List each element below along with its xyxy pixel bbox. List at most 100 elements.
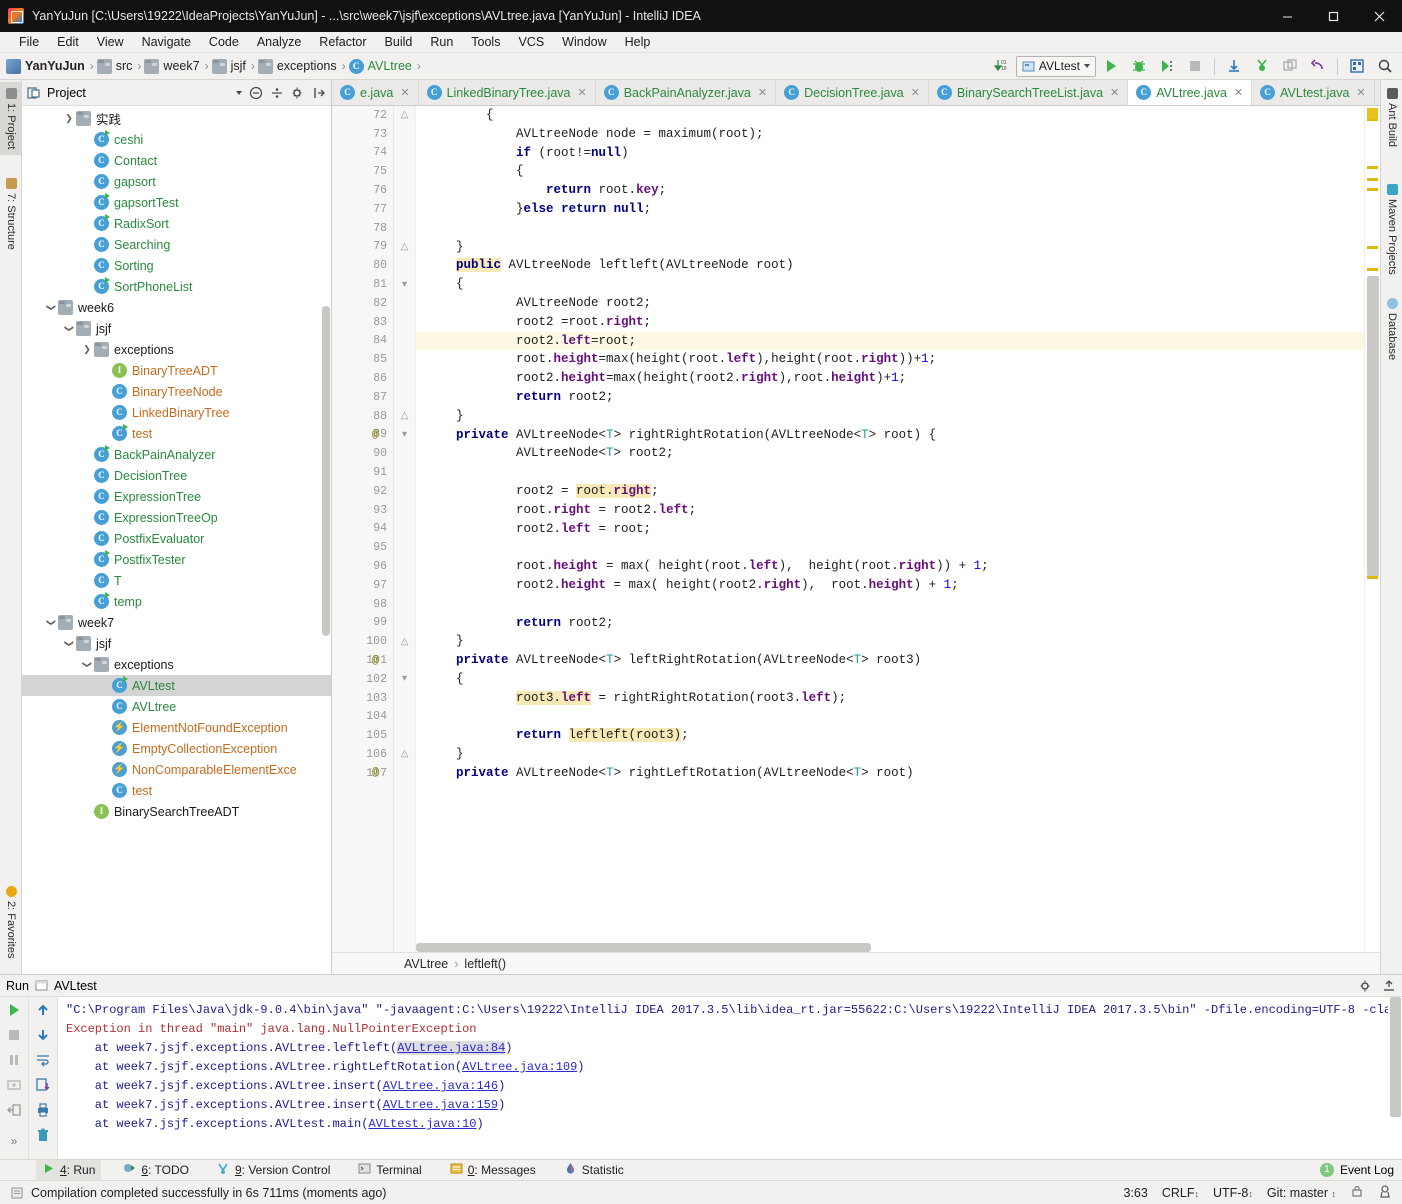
console-line[interactable]: at week7.jsjf.exceptions.AVLtree.insert(… <box>66 1077 1388 1096</box>
inspector-icon[interactable] <box>1378 1184 1392 1201</box>
breadcrumb-module[interactable]: YanYuJun › <box>6 58 97 74</box>
restore-layout-icon[interactable] <box>3 1100 25 1120</box>
console-line[interactable]: at week7.jsjf.exceptions.AVLtree.leftlef… <box>66 1039 1388 1058</box>
menu-vcs[interactable]: VCS <box>509 33 553 51</box>
fold-start-icon[interactable]: ▾ <box>402 429 407 441</box>
close-icon[interactable]: ✕ <box>911 86 920 99</box>
code-line[interactable]: root2 = root.right; <box>416 482 1364 501</box>
code-line[interactable]: root2 =root.right; <box>416 313 1364 332</box>
commit-icon[interactable] <box>1249 55 1275 78</box>
chevron-down-icon[interactable]: ❯ <box>64 637 75 651</box>
tree-node[interactable]: C LinkedBinaryTree <box>22 402 331 423</box>
tree-node[interactable]: C Searching <box>22 234 331 255</box>
run-config-tab-label[interactable]: AVLtest <box>54 979 97 993</box>
code-line[interactable]: root.height=max(height(root.left),height… <box>416 350 1364 369</box>
bottom-tab-messages[interactable]: 0: Messages <box>444 1160 542 1180</box>
code-line[interactable]: { <box>416 275 1364 294</box>
tree-node[interactable]: C BinaryTreeNode <box>22 381 331 402</box>
menu-code[interactable]: Code <box>200 33 248 51</box>
tree-node[interactable]: C ExpressionTreeOp <box>22 507 331 528</box>
editor-tab[interactable]: C DecisionTree.java ✕ <box>776 80 929 105</box>
tree-node[interactable]: Cgapsort <box>22 171 331 192</box>
editor-tab[interactable]: C BinarySearchTreeList.java ✕ <box>928 80 1129 105</box>
fold-end-icon[interactable]: △ <box>401 636 409 648</box>
close-icon[interactable]: ✕ <box>1110 86 1119 99</box>
tree-node[interactable]: ❯ week7 <box>22 612 331 633</box>
fold-end-icon[interactable]: △ <box>401 410 409 422</box>
close-icon[interactable]: ✕ <box>578 86 587 99</box>
code-line[interactable] <box>416 219 1364 238</box>
event-log-label[interactable]: Event Log <box>1340 1163 1394 1177</box>
breadcrumb-class[interactable]: C AVLtree › <box>348 58 424 74</box>
scroll-from-source-icon[interactable] <box>270 86 284 100</box>
sidebar-item-database[interactable]: Database <box>1381 292 1402 366</box>
menu-run[interactable]: Run <box>421 33 462 51</box>
tree-node[interactable]: ❯ exceptions <box>22 654 331 675</box>
menu-refactor[interactable]: Refactor <box>310 33 375 51</box>
breadcrumb-exceptions[interactable]: exceptions › <box>257 58 349 74</box>
code-line[interactable]: root2.left = root; <box>416 520 1364 539</box>
code-line[interactable]: root.right = root2.left; <box>416 501 1364 520</box>
chevron-down-icon[interactable] <box>236 90 242 95</box>
code-line[interactable]: AVLtreeNode node = maximum(root); <box>416 125 1364 144</box>
tree-node[interactable]: Ctest <box>22 780 331 801</box>
code-line[interactable]: { <box>416 162 1364 181</box>
run-icon[interactable] <box>1098 55 1124 78</box>
code-line[interactable] <box>416 595 1364 614</box>
tree-node[interactable]: C AVLtest <box>22 675 331 696</box>
sidebar-item-maven-projects[interactable]: Maven Projects <box>1381 178 1402 281</box>
code-line[interactable]: { <box>416 106 1364 125</box>
code-line[interactable]: } <box>416 632 1364 651</box>
console-line[interactable]: at week7.jsjf.exceptions.AVLtree.insert(… <box>66 1096 1388 1115</box>
tree-node[interactable]: ⚡ NonComparableElementExce <box>22 759 331 780</box>
minimize-button[interactable] <box>1264 0 1310 32</box>
rerun-icon[interactable] <box>3 1000 25 1020</box>
print-icon[interactable] <box>32 1100 54 1120</box>
tree-node[interactable]: C Contact <box>22 150 331 171</box>
tree-node[interactable]: ❯ jsjf <box>22 633 331 654</box>
soft-wrap-icon[interactable] <box>32 1050 54 1070</box>
menu-help[interactable]: Help <box>616 33 660 51</box>
code-line[interactable]: return root2; <box>416 388 1364 407</box>
menu-build[interactable]: Build <box>376 33 422 51</box>
tree-node[interactable]: ❯ exceptions <box>22 339 331 360</box>
bottom-tab-version-control[interactable]: 9: Version Control <box>211 1160 336 1180</box>
maximize-button[interactable] <box>1310 0 1356 32</box>
code-line[interactable] <box>416 538 1364 557</box>
code-line[interactable]: { <box>416 670 1364 689</box>
sidebar-item-ant-build[interactable]: Ant Build <box>1381 82 1402 153</box>
code-line[interactable]: root3.left = rightRightRotation(root3.le… <box>416 689 1364 708</box>
code-line[interactable]: root2.height=max(height(root2.right),roo… <box>416 369 1364 388</box>
git-branch[interactable]: Git: master ↕ <box>1267 1186 1336 1200</box>
code-line[interactable]: root.height = max( height(root.left), he… <box>416 557 1364 576</box>
tree-node[interactable]: CgapsortTest <box>22 192 331 213</box>
menu-view[interactable]: View <box>88 33 133 51</box>
tree-node[interactable]: Ctest <box>22 423 331 444</box>
fold-end-icon[interactable]: △ <box>401 109 409 121</box>
console-line[interactable]: at week7.jsjf.exceptions.AVLtree.rightLe… <box>66 1058 1388 1077</box>
settings-gear-icon[interactable] <box>1359 979 1373 993</box>
expand-icon[interactable]: » <box>3 1131 25 1151</box>
tree-node[interactable]: C Sorting <box>22 255 331 276</box>
menu-window[interactable]: Window <box>553 33 615 51</box>
console-scrollbar[interactable] <box>1388 997 1402 1159</box>
breadcrumb-src[interactable]: src › <box>96 58 145 74</box>
breadcrumb-method-label[interactable]: leftleft() <box>464 957 506 971</box>
stack-trace-link[interactable]: AVLtree.java:146 <box>383 1079 498 1093</box>
file-encoding[interactable]: UTF-8↕ <box>1213 1186 1253 1200</box>
bottom-tab-todo[interactable]: 6: TODO <box>117 1160 195 1180</box>
update-project-icon[interactable]: 01 10 <box>988 55 1014 78</box>
tree-node[interactable]: ⚡ EmptyCollectionException <box>22 738 331 759</box>
code-line[interactable]: return root.key; <box>416 181 1364 200</box>
code-line[interactable]: }else return null; <box>416 200 1364 219</box>
run-coverage-icon[interactable] <box>1154 55 1180 78</box>
line-separator[interactable]: CRLF↕ <box>1162 1186 1199 1200</box>
sidebar-item-favorites[interactable]: 2: Favorites <box>0 880 22 964</box>
code-marker[interactable] <box>1367 246 1378 249</box>
event-log-area[interactable]: 1 Event Log <box>1319 1163 1402 1177</box>
tree-node[interactable]: I BinarySearchTreeADT <box>22 801 331 822</box>
stack-trace-link[interactable]: AVLtree.java:159 <box>383 1098 498 1112</box>
close-icon[interactable]: ✕ <box>1234 86 1243 99</box>
lock-icon[interactable] <box>1350 1184 1364 1201</box>
stack-trace-link[interactable]: AVLtree.java:84 <box>397 1041 506 1055</box>
